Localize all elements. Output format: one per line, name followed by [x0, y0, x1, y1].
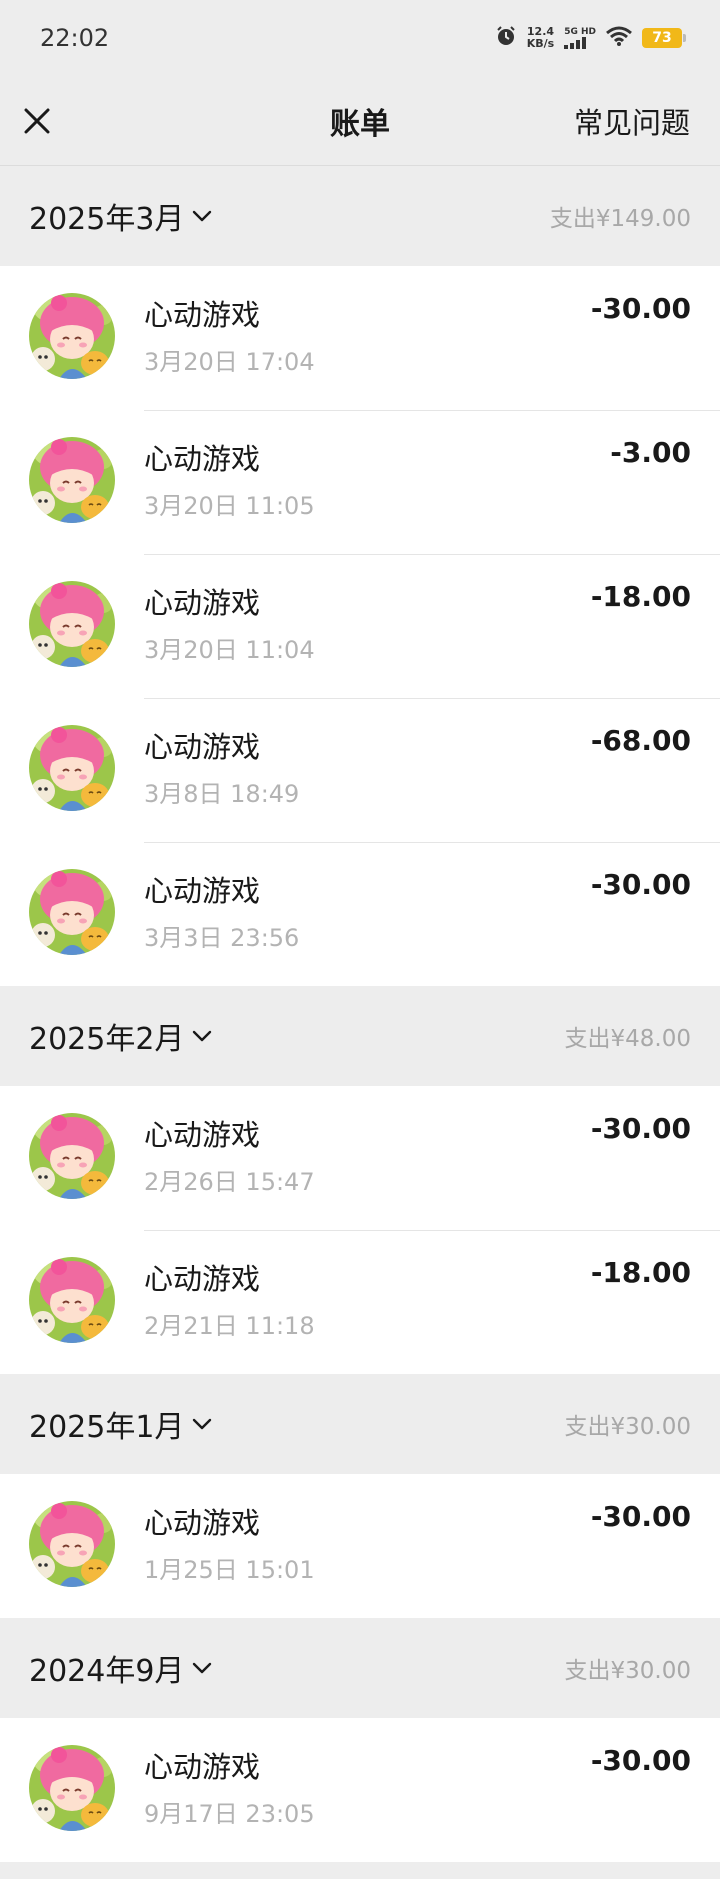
merchant-avatar [29, 1501, 115, 1587]
month-selector[interactable]: 2025年2月 [29, 1014, 212, 1058]
transaction-row[interactable]: 心动游戏 3月8日 18:49 -68.00 [0, 698, 720, 842]
transaction-row[interactable]: 心动游戏 3月20日 11:04 -18.00 [0, 554, 720, 698]
transaction-time: 3月20日 11:04 [144, 636, 315, 664]
transaction-amount: -30.00 [590, 1112, 691, 1145]
transaction-info: 心动游戏 3月20日 11:04 [144, 554, 720, 698]
wifi-icon [606, 26, 632, 50]
merchant-avatar [29, 293, 115, 379]
chevron-down-icon [192, 1415, 212, 1434]
battery-indicator: 73 [642, 28, 686, 48]
month-label: 2024年9月 [29, 1654, 185, 1689]
merchant-name: 心动游戏 [144, 442, 261, 476]
speed-unit: KB/s [526, 37, 555, 50]
transaction-row[interactable]: 心动游戏 9月17日 23:05 -30.00 [0, 1718, 720, 1862]
transaction-info: 心动游戏 9月17日 23:05 [144, 1718, 720, 1862]
transaction-info: 心动游戏 2月26日 15:47 [144, 1086, 720, 1230]
transaction-row[interactable]: 心动游戏 3月20日 11:05 -3.00 [0, 410, 720, 554]
close-icon[interactable] [22, 106, 52, 136]
transaction-row[interactable]: 心动游戏 1月25日 15:01 -30.00 [0, 1474, 720, 1618]
transaction-group: 心动游戏 2月26日 15:47 -30.00 心动游戏 2月21日 11:18 -18… [0, 1086, 720, 1374]
month-label: 2025年3月 [29, 202, 185, 237]
merchant-name: 心动游戏 [144, 1118, 261, 1152]
month-header: 2024年9月 支出¥30.00 [0, 1618, 720, 1718]
status-time: 22:02 [40, 24, 110, 52]
month-selector[interactable]: 2025年3月 [29, 194, 212, 238]
month-total: 支出¥149.00 [549, 206, 691, 232]
transaction-info: 心动游戏 3月20日 11:05 [144, 410, 720, 554]
merchant-name: 心动游戏 [144, 874, 261, 908]
merchant-name: 心动游戏 [144, 1262, 261, 1296]
transaction-amount: -18.00 [590, 580, 691, 613]
status-bar: 22:02 12.4 KB/s 5G HD 73 [0, 0, 720, 76]
chevron-down-icon [192, 1027, 212, 1046]
faq-link[interactable]: 常见问题 [574, 100, 690, 142]
merchant-avatar [29, 1745, 115, 1831]
transaction-amount: -68.00 [590, 724, 691, 757]
bill-list: 2025年3月 支出¥149.00 心动游戏 3月20日 17:04 -30.00 [0, 166, 720, 1862]
transaction-info: 心动游戏 3月8日 18:49 [144, 698, 720, 842]
chevron-down-icon [192, 1659, 212, 1678]
chevron-down-icon [192, 207, 212, 226]
transaction-group: 心动游戏 9月17日 23:05 -30.00 [0, 1718, 720, 1862]
month-total: 支出¥30.00 [564, 1658, 691, 1684]
merchant-avatar [29, 581, 115, 667]
merchant-name: 心动游戏 [144, 1750, 261, 1784]
month-selector[interactable]: 2025年1月 [29, 1402, 212, 1446]
merchant-avatar [29, 1113, 115, 1199]
transaction-time: 3月20日 11:05 [144, 492, 315, 520]
month-total: 支出¥48.00 [564, 1026, 691, 1052]
month-header: 2025年2月 支出¥48.00 [0, 986, 720, 1086]
merchant-avatar [29, 437, 115, 523]
transaction-time: 2月21日 11:18 [144, 1312, 315, 1340]
merchant-avatar [29, 869, 115, 955]
transaction-row[interactable]: 心动游戏 2月26日 15:47 -30.00 [0, 1086, 720, 1230]
transaction-info: 心动游戏 3月20日 17:04 [144, 266, 720, 410]
alarm-icon [495, 25, 517, 51]
transaction-row[interactable]: 心动游戏 3月20日 17:04 -30.00 [0, 266, 720, 410]
month-header: 2025年1月 支出¥30.00 [0, 1374, 720, 1474]
transaction-time: 1月25日 15:01 [144, 1556, 315, 1584]
transaction-amount: -30.00 [590, 868, 691, 901]
merchant-name: 心动游戏 [144, 1506, 261, 1540]
transaction-time: 3月8日 18:49 [144, 780, 300, 808]
nav-bar: 账单 常见问题 [0, 76, 720, 166]
network-type: 5G HD [564, 27, 596, 37]
merchant-avatar [29, 1257, 115, 1343]
month-total: 支出¥30.00 [564, 1414, 691, 1440]
transaction-time: 3月20日 17:04 [144, 348, 315, 376]
signal-icon: 5G HD [564, 27, 596, 49]
transaction-info: 心动游戏 2月21日 11:18 [144, 1230, 720, 1374]
status-icons: 12.4 KB/s 5G HD 73 [495, 25, 686, 51]
transaction-time: 9月17日 23:05 [144, 1800, 315, 1828]
transaction-time: 3月3日 23:56 [144, 924, 300, 952]
merchant-name: 心动游戏 [144, 586, 261, 620]
month-label: 2025年1月 [29, 1410, 185, 1445]
transaction-amount: -30.00 [590, 292, 691, 325]
merchant-avatar [29, 725, 115, 811]
transaction-row[interactable]: 心动游戏 3月3日 23:56 -30.00 [0, 842, 720, 986]
transaction-amount: -30.00 [590, 1500, 691, 1533]
transaction-info: 心动游戏 3月3日 23:56 [144, 842, 720, 986]
transaction-group: 心动游戏 3月20日 17:04 -30.00 心动游戏 3月20日 11:05 -3.… [0, 266, 720, 986]
transaction-row[interactable]: 心动游戏 2月21日 11:18 -18.00 [0, 1230, 720, 1374]
transaction-amount: -18.00 [590, 1256, 691, 1289]
transaction-time: 2月26日 15:47 [144, 1168, 315, 1196]
month-label: 2025年2月 [29, 1022, 185, 1057]
network-speed: 12.4 KB/s [527, 26, 554, 50]
month-header: 2025年3月 支出¥149.00 [0, 166, 720, 266]
transaction-group: 心动游戏 1月25日 15:01 -30.00 [0, 1474, 720, 1618]
transaction-info: 心动游戏 1月25日 15:01 [144, 1474, 720, 1618]
merchant-name: 心动游戏 [144, 298, 261, 332]
merchant-name: 心动游戏 [144, 730, 261, 764]
transaction-amount: -30.00 [590, 1744, 691, 1777]
transaction-amount: -3.00 [610, 436, 691, 469]
month-selector[interactable]: 2024年9月 [29, 1646, 212, 1690]
